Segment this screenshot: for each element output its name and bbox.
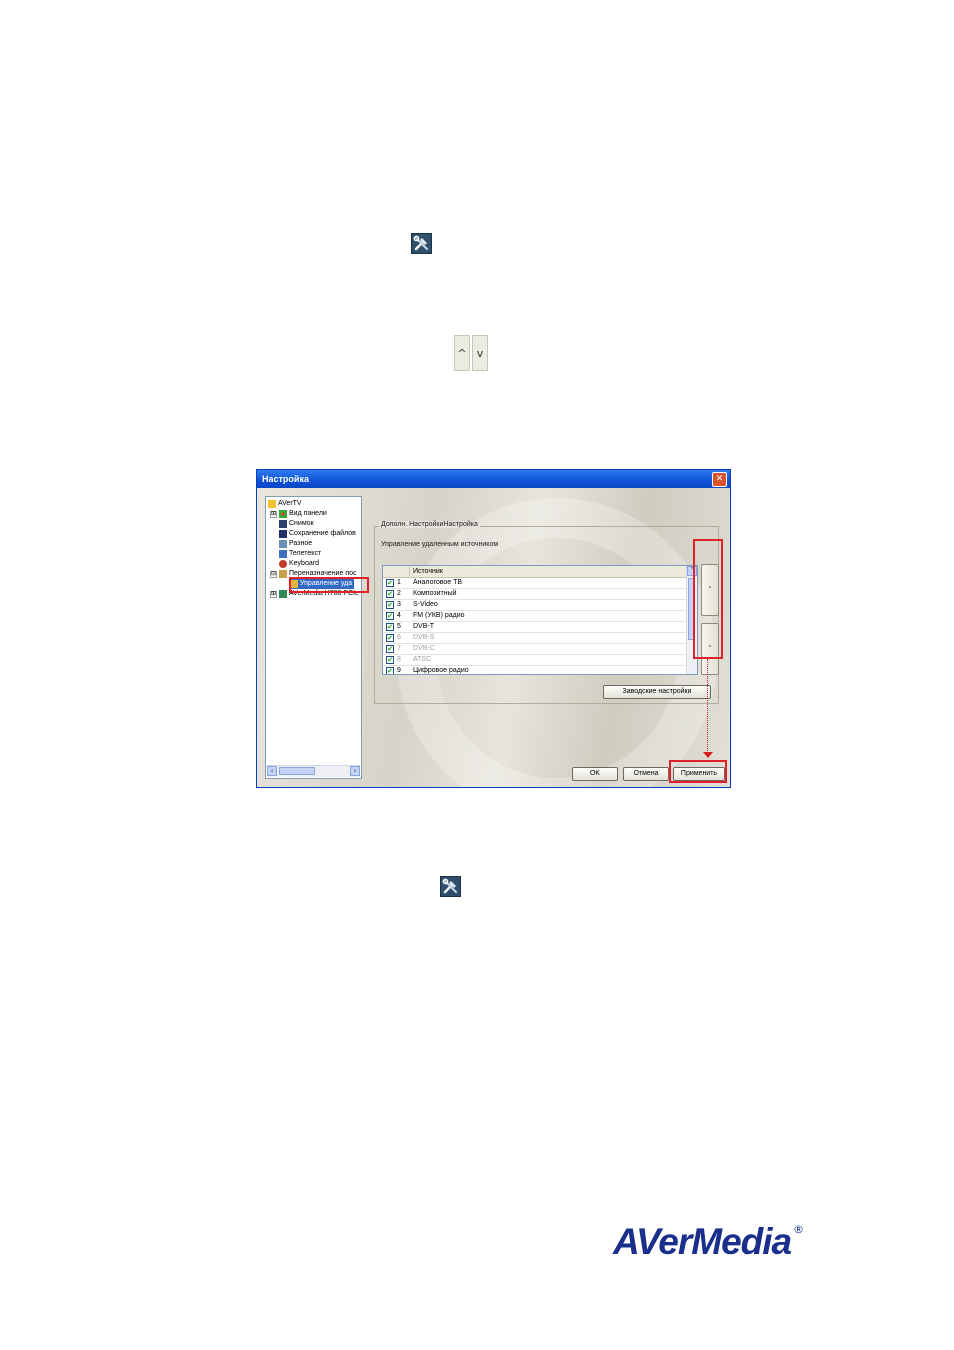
row-number: 8 bbox=[397, 656, 401, 663]
tree-item-save-files[interactable]: Сохранение файлов bbox=[279, 529, 356, 539]
snapshot-icon bbox=[279, 520, 287, 528]
settings-groupbox: Дополн. НастройкиНастройка Управление уд… bbox=[374, 521, 719, 704]
source-name: DVB-C bbox=[413, 645, 435, 652]
callout-arrow-icon bbox=[703, 752, 713, 758]
arrow-buttons: ^ v bbox=[454, 335, 488, 371]
row-number: 1 bbox=[397, 579, 401, 586]
scroll-thumb[interactable] bbox=[279, 767, 315, 775]
cancel-button[interactable]: Отмена bbox=[623, 767, 669, 781]
source-name: S-Video bbox=[413, 601, 438, 608]
tree-item-label: Разное bbox=[289, 540, 313, 547]
section-title: Управление удаленным источником bbox=[381, 541, 499, 548]
tree-item-label: Телетекст bbox=[289, 550, 322, 557]
source-name: FM (УКВ) радио bbox=[413, 612, 465, 619]
tree-item-label: Вид панели bbox=[289, 510, 327, 517]
checkbox[interactable]: ✔ bbox=[386, 667, 394, 674]
expand-icon[interactable]: ⊞ bbox=[270, 590, 277, 598]
tree-item-label: Сохранение файлов bbox=[289, 530, 356, 537]
settings-tree[interactable]: AVerTV ⊞ Вид панели Снимок Сохранение фа… bbox=[265, 496, 362, 779]
column-header-source[interactable]: Источник bbox=[413, 566, 443, 577]
checkbox[interactable]: ✔ bbox=[386, 612, 394, 620]
row-number: 9 bbox=[397, 667, 401, 674]
source-name: DVB-S bbox=[413, 634, 435, 641]
scroll-left-icon[interactable]: ‹ bbox=[267, 766, 277, 776]
checkbox[interactable]: ✔ bbox=[386, 579, 394, 587]
highlight-move-buttons bbox=[693, 539, 723, 659]
teletext-icon bbox=[279, 550, 287, 558]
row-number: 7 bbox=[397, 645, 401, 652]
tree-horizontal-scrollbar[interactable]: ‹ › bbox=[267, 765, 360, 777]
up-arrow-icon: ^ bbox=[454, 335, 470, 371]
keyboard-icon bbox=[279, 560, 287, 568]
checkbox[interactable]: ✔ bbox=[386, 656, 394, 664]
panel-view-icon bbox=[279, 510, 287, 518]
factory-defaults-button[interactable]: Заводские настройки bbox=[603, 685, 711, 699]
registered-mark: ® bbox=[793, 1223, 804, 1236]
source-name: Аналоговое ТВ bbox=[413, 579, 463, 586]
dialog-titlebar: Настройка ✕ bbox=[257, 470, 730, 488]
remap-icon bbox=[279, 570, 287, 578]
down-arrow-icon: v bbox=[472, 335, 488, 371]
expand-icon[interactable]: ⊞ bbox=[270, 510, 277, 518]
collapse-icon[interactable]: ⊟ bbox=[270, 570, 277, 578]
checkbox[interactable]: ✔ bbox=[386, 623, 394, 631]
checkbox[interactable]: ✔ bbox=[386, 590, 394, 598]
group-label: Дополн. НастройкиНастройка bbox=[379, 521, 480, 528]
save-icon bbox=[279, 530, 287, 538]
ok-button[interactable]: OK bbox=[572, 767, 618, 781]
tree-item-label: Снимок bbox=[289, 520, 314, 527]
highlight-remote-item bbox=[289, 577, 369, 593]
tree-item-snapshot[interactable]: Снимок bbox=[279, 519, 314, 529]
tree-item-label: Keyboard bbox=[289, 560, 319, 567]
settings-dialog: Настройка ✕ AVerTV ⊞ Вид панели Снимок С… bbox=[256, 469, 731, 788]
tree-item-keyboard[interactable]: Keyboard bbox=[279, 559, 319, 569]
highlight-apply-button bbox=[669, 760, 727, 783]
settings-tools-icon bbox=[411, 233, 432, 254]
row-number: 3 bbox=[397, 601, 401, 608]
source-name: ATSC bbox=[413, 656, 432, 663]
checkbox[interactable]: ✔ bbox=[386, 645, 394, 653]
folder-icon bbox=[268, 500, 276, 508]
avermedia-logo: AVerMedia ® bbox=[613, 1221, 804, 1263]
scroll-right-icon[interactable]: › bbox=[350, 766, 360, 776]
close-icon[interactable]: ✕ bbox=[712, 472, 727, 487]
row-number: 2 bbox=[397, 590, 401, 597]
source-list[interactable]: Источник ✔ 1 Аналоговое ТВ ✔ 2 Композитный ✔ 3 S… bbox=[382, 565, 698, 675]
source-name: DVB-T bbox=[413, 623, 434, 630]
logo-text: AVerMedia bbox=[613, 1221, 792, 1262]
checkbox[interactable]: ✔ bbox=[386, 634, 394, 642]
row-number: 5 bbox=[397, 623, 401, 630]
row-number: 6 bbox=[397, 634, 401, 641]
source-name: Композитный bbox=[413, 590, 457, 597]
tree-item-avertv[interactable]: AVerTV bbox=[268, 499, 302, 509]
tree-item-panel-view[interactable]: ⊞ Вид панели bbox=[270, 509, 327, 519]
settings-tools-icon bbox=[440, 876, 461, 897]
row-number: 4 bbox=[397, 612, 401, 619]
dialog-title: Настройка bbox=[262, 474, 309, 484]
misc-icon bbox=[279, 540, 287, 548]
card-icon bbox=[279, 590, 287, 598]
list-item[interactable]: ✔ 9 Цифровое радио bbox=[383, 665, 687, 674]
source-name: Цифровое радио bbox=[413, 667, 469, 674]
tree-item-misc[interactable]: Разное bbox=[279, 539, 312, 549]
checkbox[interactable]: ✔ bbox=[386, 601, 394, 609]
dialog-client: AVerTV ⊞ Вид панели Снимок Сохранение фа… bbox=[257, 488, 730, 787]
tree-item-label: AVerTV bbox=[278, 500, 302, 507]
callout-dotted-line bbox=[707, 659, 708, 755]
tree-item-teletext[interactable]: Телетекст bbox=[279, 549, 321, 559]
